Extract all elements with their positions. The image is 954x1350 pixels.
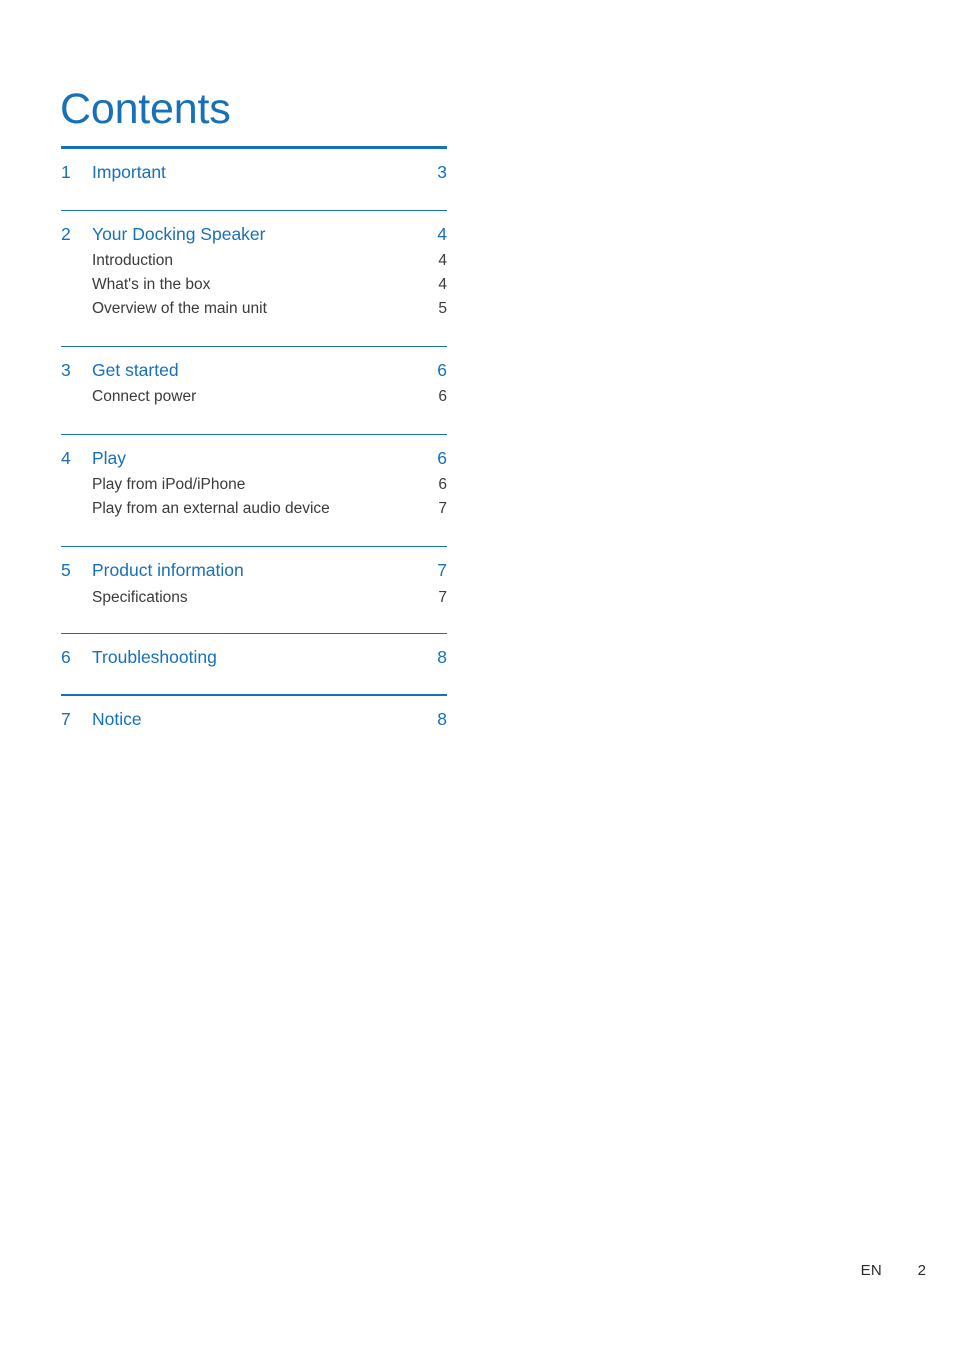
toc-subitem-title: Play from iPod/iPhone bbox=[92, 476, 246, 494]
toc-entry-subitem[interactable]: Specifications 7 bbox=[61, 584, 447, 608]
toc-section-page-number: 8 bbox=[437, 708, 447, 729]
toc-section-number: 5 bbox=[61, 560, 71, 581]
toc-entry-section[interactable]: 4 Play 6 bbox=[61, 435, 447, 470]
toc-section-page-number: 8 bbox=[437, 647, 447, 668]
toc-subitem-title: Overview of the main unit bbox=[92, 300, 267, 318]
toc-subitem-list: Play from iPod/iPhone 6 Play from an exter… bbox=[61, 470, 447, 520]
toc-section-group: 5 Product information 7 Specifications 7 bbox=[61, 520, 447, 608]
toc-entry-section[interactable]: 5 Product information 7 bbox=[61, 547, 447, 582]
toc-group-spacer bbox=[61, 320, 447, 346]
toc-group-spacer bbox=[61, 669, 447, 694]
toc-section-group: 6 Troubleshooting 8 bbox=[61, 608, 447, 669]
toc-entry-subitem[interactable]: Overview of the main unit 5 bbox=[61, 296, 447, 320]
toc-section-number: 1 bbox=[61, 162, 71, 182]
toc-section-group: 4 Play 6 Play from iPod/iPhone 6 Play from an… bbox=[61, 408, 447, 520]
toc-subitem-title: Connect power bbox=[92, 388, 197, 406]
toc-section-number: 2 bbox=[61, 224, 71, 245]
page-title: Contents bbox=[60, 84, 231, 133]
toc-subitem-page-number: 7 bbox=[438, 588, 447, 606]
toc-subitem-title: Play from an external audio device bbox=[92, 500, 330, 518]
toc-section-page-number: 7 bbox=[437, 560, 447, 581]
toc-section-number: 3 bbox=[61, 360, 71, 381]
toc-section-page-number: 6 bbox=[437, 448, 447, 469]
toc-subitem-page-number: 7 bbox=[438, 500, 447, 518]
toc-section-group: 2 Your Docking Speaker 4 Introduction 4 What'… bbox=[61, 184, 447, 320]
toc-subitem-page-number: 4 bbox=[438, 252, 447, 270]
toc-subitem-page-number: 5 bbox=[438, 300, 447, 318]
toc-section-group: 3 Get started 6 Connect power 6 bbox=[61, 320, 447, 408]
toc-group-spacer bbox=[61, 520, 447, 546]
toc-entry-subitem[interactable]: Play from an external audio device 7 bbox=[61, 496, 447, 520]
toc-section-title: Play bbox=[92, 448, 127, 469]
toc-entry-section[interactable]: 2 Your Docking Speaker 4 bbox=[61, 211, 447, 246]
toc-section-number: 7 bbox=[61, 708, 71, 729]
toc-entry-subitem[interactable]: What's in the box 4 bbox=[61, 272, 447, 296]
toc-entry-subitem[interactable]: Connect power 6 bbox=[61, 384, 447, 408]
toc-subitem-list: Connect power 6 bbox=[61, 382, 447, 408]
toc-section-title: Important bbox=[92, 162, 166, 182]
toc-subitem-page-number: 6 bbox=[438, 388, 447, 406]
toc-subitem-list: Specifications 7 bbox=[61, 582, 447, 608]
toc-section-page-number: 6 bbox=[437, 360, 447, 381]
table-of-contents: 1 Important 3 2 Your Docking Speaker 4 Introdu… bbox=[61, 146, 447, 730]
toc-section-title: Product information bbox=[92, 560, 244, 581]
toc-section-title: Your Docking Speaker bbox=[92, 224, 266, 245]
toc-section-title: Get started bbox=[92, 360, 179, 381]
toc-group-spacer bbox=[61, 608, 447, 633]
toc-entry-section[interactable]: 3 Get started 6 bbox=[61, 347, 447, 382]
toc-subitem-title: Specifications bbox=[92, 588, 188, 606]
toc-section-page-number: 4 bbox=[437, 224, 447, 245]
footer-page-number: 2 bbox=[917, 1262, 926, 1279]
toc-group-spacer bbox=[61, 184, 447, 210]
toc-entry-subitem[interactable]: Play from iPod/iPhone 6 bbox=[61, 472, 447, 496]
toc-section-title: Troubleshooting bbox=[92, 647, 217, 668]
toc-subitem-page-number: 4 bbox=[438, 276, 447, 294]
toc-section-page-number: 3 bbox=[437, 162, 447, 182]
toc-entry-section[interactable]: 7 Notice 8 bbox=[61, 696, 447, 731]
toc-section-group: 1 Important 3 bbox=[61, 146, 447, 184]
toc-entry-section[interactable]: 6 Troubleshooting 8 bbox=[61, 634, 447, 669]
toc-group-spacer bbox=[61, 408, 447, 434]
toc-entry-section[interactable]: 1 Important 3 bbox=[61, 149, 447, 184]
toc-subitem-page-number: 6 bbox=[438, 476, 447, 494]
toc-section-number: 6 bbox=[61, 647, 71, 668]
toc-section-title: Notice bbox=[92, 708, 142, 729]
toc-entry-subitem[interactable]: Introduction 4 bbox=[61, 248, 447, 272]
footer-language-code: EN bbox=[860, 1262, 882, 1279]
toc-section-group: 7 Notice 8 bbox=[61, 669, 447, 730]
document-page: Contents 1 Important 3 2 Your Docking Speake… bbox=[0, 0, 954, 1350]
page-footer: EN 2 bbox=[0, 1262, 954, 1284]
toc-subitem-list: Introduction 4 What's in the box 4 Overview … bbox=[61, 246, 447, 320]
toc-subitem-title: Introduction bbox=[92, 252, 173, 270]
toc-subitem-title: What's in the box bbox=[92, 276, 211, 294]
toc-section-number: 4 bbox=[61, 448, 71, 469]
